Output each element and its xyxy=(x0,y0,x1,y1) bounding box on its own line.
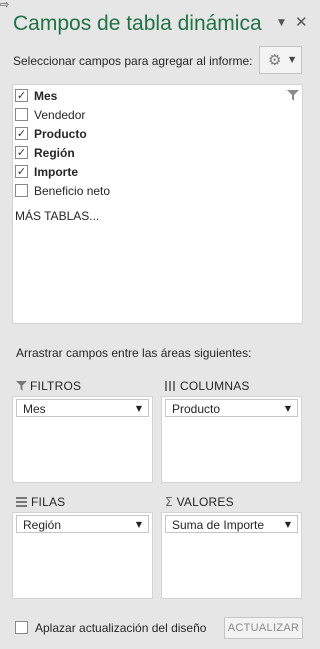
more-tables-link[interactable]: MÁS TABLAS... xyxy=(15,209,99,223)
pane-title: Campos de tabla dinámica xyxy=(13,12,262,35)
field-item-mes[interactable]: ✓ Mes xyxy=(13,86,302,105)
values-field-label: Suma de Importe xyxy=(172,518,265,532)
columns-field-pill[interactable]: Producto ▼ xyxy=(165,399,298,417)
field-item-vendedor[interactable]: Vendedor xyxy=(13,105,302,124)
drag-fields-label: Arrastrar campos entre las áreas siguien… xyxy=(16,346,252,360)
columns-area-label: COLUMNAS xyxy=(180,378,250,393)
chevron-down-icon[interactable]: ▼ xyxy=(285,404,291,414)
columns-icon xyxy=(165,380,175,391)
rows-area-label: FILAS xyxy=(31,494,66,509)
columns-area[interactable]: Producto ▼ xyxy=(161,396,302,483)
defer-update-checkbox[interactable] xyxy=(15,621,28,634)
resize-arrows-icon[interactable]: ⇨ xyxy=(0,0,20,10)
checkbox[interactable]: ✓ xyxy=(15,127,28,140)
filter-icon[interactable] xyxy=(287,90,299,101)
gear-icon: ⚙ xyxy=(268,51,282,69)
rows-area[interactable]: Región ▼ xyxy=(12,512,153,599)
field-label: Producto xyxy=(34,127,87,141)
rows-icon xyxy=(16,496,27,507)
chevron-down-icon: ▼ xyxy=(289,55,296,64)
checkbox[interactable] xyxy=(15,108,28,121)
field-item-importe[interactable]: ✓ Importe xyxy=(13,162,302,181)
sigma-icon: Σ xyxy=(165,494,173,509)
rows-area-header: FILAS xyxy=(16,494,65,510)
field-label: Vendedor xyxy=(34,108,86,122)
tools-button[interactable]: ⚙ ▼ xyxy=(259,46,302,74)
filters-area-label: FILTROS xyxy=(30,378,82,393)
filter-icon xyxy=(16,380,27,391)
field-label: Región xyxy=(34,146,75,160)
checkbox[interactable] xyxy=(15,184,28,197)
checkbox[interactable]: ✓ xyxy=(15,165,28,178)
values-field-pill[interactable]: Suma de Importe ▼ xyxy=(165,515,298,533)
field-label: Mes xyxy=(34,89,58,103)
filters-area[interactable]: Mes ▼ xyxy=(12,396,153,483)
chevron-down-icon[interactable]: ▼ xyxy=(136,520,142,530)
values-area-header: Σ VALORES xyxy=(165,494,234,510)
rows-field-label: Región xyxy=(23,518,62,532)
filters-field-label: Mes xyxy=(23,402,46,416)
columns-area-header: COLUMNAS xyxy=(165,378,250,394)
checkbox[interactable]: ✓ xyxy=(15,89,28,102)
rows-field-pill[interactable]: Región ▼ xyxy=(16,515,149,533)
values-area-label: VALORES xyxy=(176,494,234,509)
close-icon[interactable]: ✕ xyxy=(295,15,308,30)
filters-area-header: FILTROS xyxy=(16,378,81,394)
chevron-down-icon[interactable]: ▼ xyxy=(136,404,142,414)
values-area[interactable]: Suma de Importe ▼ xyxy=(161,512,302,599)
defer-update-label: Aplazar actualización del diseño xyxy=(35,621,207,635)
checkbox[interactable]: ✓ xyxy=(15,146,28,159)
field-item-beneficio-neto[interactable]: Beneficio neto xyxy=(13,181,302,200)
field-label: Importe xyxy=(34,165,79,179)
chevron-down-icon[interactable]: ▼ xyxy=(285,520,291,530)
chevron-down-icon[interactable]: ▼ xyxy=(278,18,288,28)
update-button[interactable]: ACTUALIZAR xyxy=(224,617,303,639)
field-item-region[interactable]: ✓ Región xyxy=(13,143,302,162)
columns-field-label: Producto xyxy=(172,402,221,416)
filters-field-pill[interactable]: Mes ▼ xyxy=(16,399,149,417)
field-label: Beneficio neto xyxy=(34,184,111,198)
field-list: ✓ Mes Vendedor ✓ Producto ✓ Región ✓ Imp… xyxy=(12,84,303,324)
choose-fields-label: Seleccionar campos para agregar al infor… xyxy=(13,54,253,68)
field-item-producto[interactable]: ✓ Producto xyxy=(13,124,302,143)
